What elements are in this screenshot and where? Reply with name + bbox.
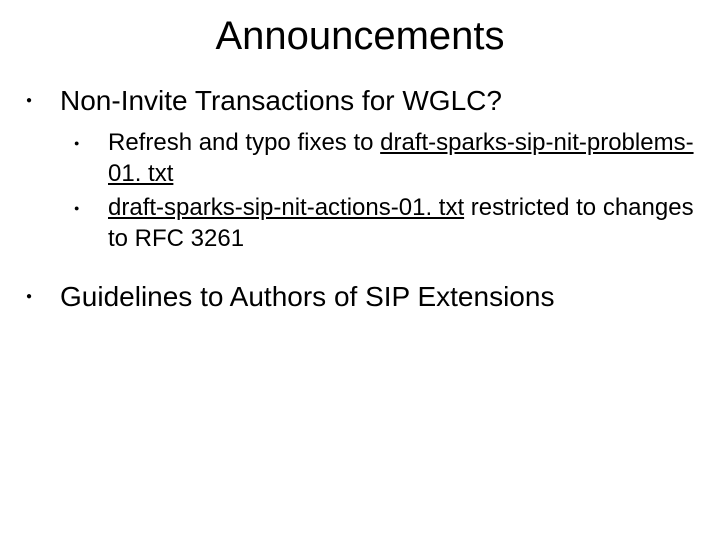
list-item: Refresh and typo fixes to draft-sparks-s… — [60, 128, 702, 189]
list-item: draft-sparks-sip-nit-actions-01. txt res… — [60, 193, 702, 254]
bullet-list-level2: Refresh and typo fixes to draft-sparks-s… — [60, 128, 702, 255]
list-item: Non-Invite Transactions for WGLC? Refres… — [18, 83, 702, 255]
list-item-text: Guidelines to Authors of SIP Extensions — [60, 281, 554, 312]
draft-actions-link[interactable]: draft-sparks-sip-nit-actions-01. txt — [108, 194, 464, 221]
list-item-text: Non-Invite Transactions for WGLC? — [60, 85, 502, 116]
bullet-list-level1: Non-Invite Transactions for WGLC? Refres… — [18, 83, 702, 314]
slide: Announcements Non-Invite Transactions fo… — [0, 0, 720, 540]
slide-title: Announcements — [0, 0, 720, 59]
list-item-pretext: Refresh and typo fixes to — [108, 129, 380, 156]
list-item: Guidelines to Authors of SIP Extensions — [18, 279, 702, 314]
slide-body: Non-Invite Transactions for WGLC? Refres… — [0, 59, 720, 314]
